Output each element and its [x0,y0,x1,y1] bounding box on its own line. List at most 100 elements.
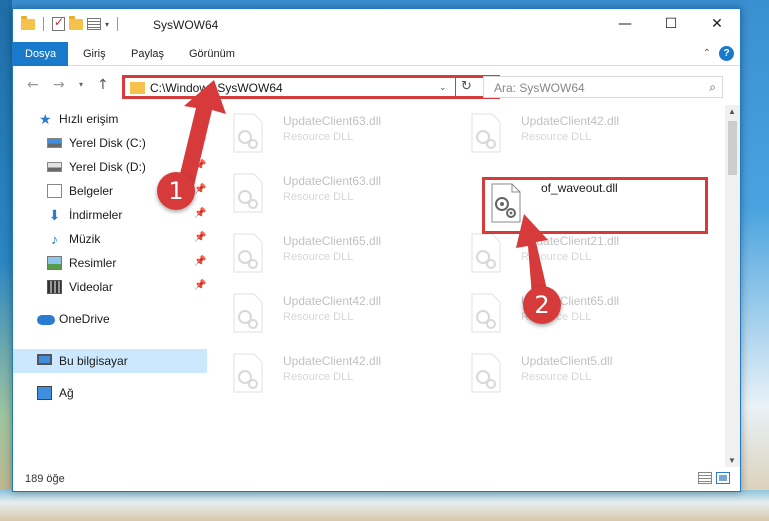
sidebar-item-music[interactable]: ♪ Müzik 📌 [13,227,207,251]
sidebar-item-network[interactable]: Ağ [13,381,207,405]
file-item[interactable]: UpdateClient65.dll Resource DLL [223,229,443,285]
scroll-thumb[interactable] [728,121,737,175]
refresh-icon[interactable]: ↻ [461,79,472,94]
sidebar-item-label: Müzik [69,232,101,246]
folder-icon [130,82,145,94]
file-name: UpdateClient42.dll [283,354,382,368]
sidebar-item-label: İndirmeler [69,208,123,222]
tab-home[interactable]: Giriş [71,42,118,66]
music-icon: ♪ [51,231,58,247]
pin-icon[interactable]: 📌 [194,160,206,171]
sidebar-item-onedrive[interactable]: OneDrive [13,307,207,331]
dll-file-icon [233,113,263,153]
network-icon [37,386,52,400]
vertical-scrollbar[interactable]: ▲ ▼ [725,105,740,467]
window-controls: — ☐ ✕ [602,9,740,39]
pin-icon[interactable]: 📌 [194,280,206,291]
step-2-badge: 2 [523,286,561,324]
sidebar-item-label: Videolar [69,280,113,294]
file-type: Resource DLL [283,251,354,263]
ribbon-tabs: Dosya Giriş Paylaş Görünüm ⌃ ? [13,42,740,66]
star-icon: ★ [39,111,52,127]
pin-icon[interactable]: 📌 [194,232,206,243]
file-type: Resource DLL [283,371,354,383]
folder-icon[interactable] [21,15,35,30]
file-item[interactable]: UpdateClient42.dll Resource DLL [223,289,443,345]
pin-icon[interactable]: 📌 [194,256,206,267]
maximize-button[interactable]: ☐ [648,9,694,39]
title-bar: ▾ SysWOW64 — ☐ ✕ [13,9,740,41]
file-name: UpdateClient5.dll [521,354,613,368]
sidebar-item-this-pc[interactable]: Bu bilgisayar [13,349,207,373]
close-button[interactable]: ✕ [694,9,740,39]
dll-file-icon [471,353,501,393]
file-type: Resource DLL [283,131,354,143]
dll-file-icon [233,173,263,213]
tab-view[interactable]: Görünüm [177,42,247,66]
sidebar-item-label: Bu bilgisayar [59,354,128,368]
pin-icon[interactable]: 📌 [194,184,206,195]
toolbar-divider [43,17,44,31]
chevron-up-icon[interactable]: ⌃ [703,48,711,59]
sidebar-item-videos[interactable]: Videolar 📌 [13,275,207,299]
sidebar-item-label: Yerel Disk (D:) [69,160,146,174]
navigation-bar: ← → ▾ ↑ C:\Windows\SysWOW64 ⌄ ↻ Ara: Sys… [13,69,740,103]
file-item[interactable]: UpdateClient42.dll Resource DLL [223,349,443,405]
new-folder-icon[interactable] [69,15,83,30]
file-item[interactable]: UpdateClient42.dll Resource DLL [461,109,681,165]
file-name: UpdateClient65.dll [283,234,382,248]
file-type: Resource DLL [283,191,354,203]
back-button[interactable]: ← [27,77,39,93]
download-icon: ⬇ [48,207,61,223]
file-item[interactable]: UpdateClient5.dll Resource DLL [461,349,681,405]
help-icon[interactable]: ? [719,46,734,61]
dll-file-icon [471,293,501,333]
file-item[interactable]: UpdateClient65.dll Resource DLL [461,289,681,345]
tab-file[interactable]: Dosya [13,42,69,66]
search-input[interactable]: Ara: SysWOW64 ⌕ [483,76,723,98]
dll-file-icon [233,353,263,393]
scroll-up-icon[interactable]: ▲ [728,107,736,116]
computer-icon [37,354,52,365]
file-name: UpdateClient42.dll [283,294,382,308]
dll-file-icon [233,233,263,273]
minimize-button[interactable]: — [602,9,648,39]
file-type: Resource DLL [283,311,354,323]
up-button[interactable]: ↑ [97,77,109,93]
dll-file-icon [471,113,501,153]
properties-check-icon[interactable] [52,15,65,31]
tab-share[interactable]: Paylaş [119,42,176,66]
explorer-window: ▾ SysWOW64 — ☐ ✕ Dosya Giriş Paylaş Görü… [12,8,741,492]
videos-icon [47,280,62,294]
cloud-icon [37,315,55,325]
dll-file-icon [233,293,263,333]
chevron-down-icon[interactable]: ▾ [105,20,109,29]
documents-icon [47,184,62,198]
item-count: 189 öğe [25,473,65,485]
scroll-down-icon[interactable]: ▼ [728,456,736,465]
sidebar-item-pictures[interactable]: Resimler 📌 [13,251,207,275]
details-view-icon[interactable] [698,472,712,484]
pin-icon[interactable]: 📌 [194,136,206,147]
pin-icon[interactable]: 📌 [194,208,206,219]
file-item[interactable]: UpdateClient63.dll Resource DLL [223,169,443,225]
quick-access-toolbar: ▾ [21,15,122,31]
desktop-background-bottom [0,490,769,521]
file-item[interactable]: UpdateClient63.dll Resource DLL [223,109,443,165]
file-item[interactable]: UpdateClient21.dll Resource DLL [461,229,681,285]
address-path[interactable]: C:\Windows\SysWOW64 [150,81,283,95]
recent-locations-button[interactable]: ▾ [79,80,83,89]
view-switcher [698,472,730,484]
forward-button[interactable]: → [53,77,65,93]
sidebar-item-quick-access[interactable]: ★ Hızlı erişim [13,107,207,131]
address-dropdown-icon[interactable]: ⌄ [439,82,447,93]
sidebar-item-label: Yerel Disk (C:) [69,136,146,150]
address-bar[interactable]: C:\Windows\SysWOW64 ⌄ ↻ [122,75,500,99]
file-name: UpdateClient63.dll [283,114,382,128]
sidebar-item-label: Belgeler [69,184,114,198]
customize-toolbar-icon[interactable] [87,18,101,30]
status-bar: 189 öğe [13,467,740,491]
search-icon[interactable]: ⌕ [709,80,716,95]
tiles-view-icon[interactable] [716,472,730,484]
sidebar-item-drive-c[interactable]: Yerel Disk (C:) 📌 [13,131,207,155]
